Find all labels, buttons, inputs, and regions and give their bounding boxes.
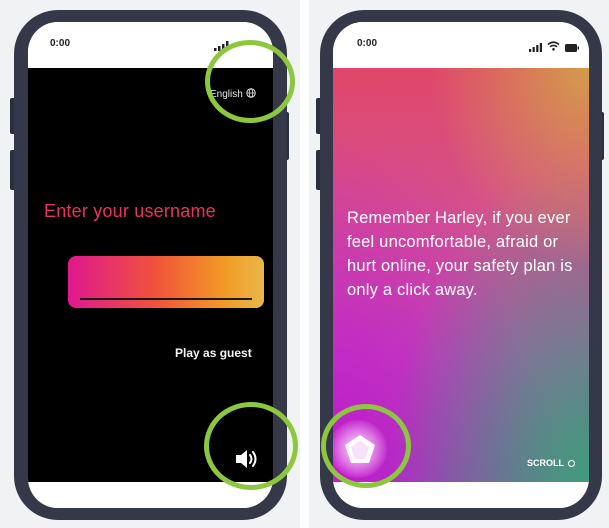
scroll-indicator[interactable]: SCROLL — [527, 458, 575, 468]
scroll-label: SCROLL — [527, 458, 564, 468]
highlight-ring-safety-plan — [321, 404, 411, 488]
scroll-circle-icon — [568, 459, 575, 467]
status-bar: 0:00 — [333, 22, 589, 68]
username-input[interactable] — [68, 256, 264, 308]
username-underline — [80, 298, 252, 300]
highlight-ring-sound — [204, 402, 298, 490]
safety-message: Remember Harley, if you ever feel uncomf… — [347, 209, 573, 299]
battery-icon — [565, 39, 579, 57]
signal-icon — [529, 39, 543, 57]
status-time: 0:00 — [357, 38, 378, 49]
status-time: 0:00 — [50, 38, 71, 49]
highlight-ring-language — [205, 40, 295, 123]
username-prompt: Enter your username — [44, 201, 216, 221]
play-as-guest-link[interactable]: Play as guest — [175, 346, 252, 360]
wifi-icon — [547, 38, 560, 56]
